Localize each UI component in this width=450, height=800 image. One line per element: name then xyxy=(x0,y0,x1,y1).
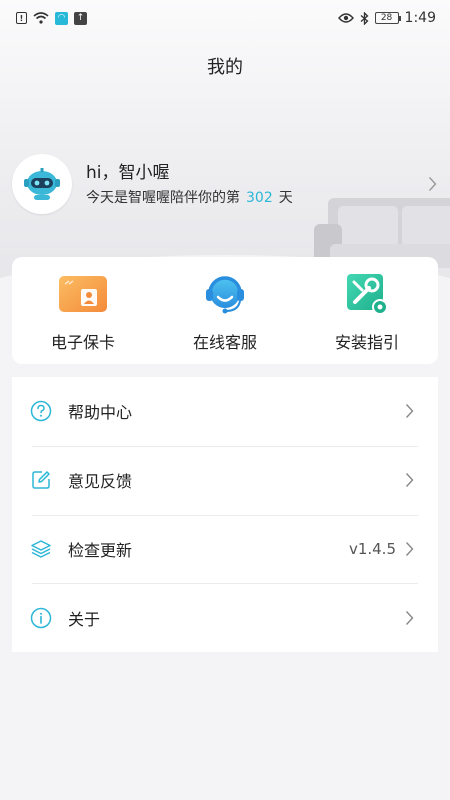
quick-action-warranty-card[interactable]: 电子保卡 xyxy=(12,257,154,364)
header-background xyxy=(0,0,450,300)
menu-item-about[interactable]: 关于 xyxy=(12,583,438,652)
upload-notification-icon: ↑ xyxy=(74,11,87,25)
bluetooth-icon xyxy=(360,11,369,25)
chevron-right-icon xyxy=(422,176,442,192)
companion-days-text: 今天是智喔喔陪伴你的第 302 天 xyxy=(86,188,422,208)
days-suffix: 天 xyxy=(278,189,293,206)
chevron-right-icon xyxy=(402,610,416,626)
install-guide-icon xyxy=(343,271,391,317)
info-icon xyxy=(30,607,52,629)
menu-item-label: 关于 xyxy=(68,609,101,629)
menu-item-label: 意见反馈 xyxy=(68,472,133,492)
battery-icon: 28 xyxy=(374,12,401,24)
menu-item-help-center[interactable]: 帮助中心 xyxy=(12,377,438,446)
quick-action-customer-service[interactable]: 在线客服 xyxy=(154,257,296,364)
app-notification-icon: ◠ xyxy=(55,11,68,25)
warranty-card-icon xyxy=(59,271,107,317)
chevron-right-icon xyxy=(402,541,416,557)
status-time: 1:49 xyxy=(404,10,436,26)
eye-icon xyxy=(337,13,354,23)
feedback-icon xyxy=(30,469,52,491)
help-icon xyxy=(30,400,52,422)
sim-alert-icon: ! xyxy=(16,12,27,24)
quick-action-label: 安装指引 xyxy=(334,333,399,352)
wifi-icon xyxy=(33,12,49,24)
quick-actions-card: 电子保卡 在线客服 安装指引 xyxy=(12,257,438,364)
profile-section[interactable]: hi，智小喔 今天是智喔喔陪伴你的第 302 天 xyxy=(12,153,442,215)
quick-action-label: 电子保卡 xyxy=(50,333,115,352)
quick-action-install-guide[interactable]: 安装指引 xyxy=(296,257,438,364)
customer-service-icon xyxy=(201,271,249,317)
greeting-text: hi，智小喔 xyxy=(86,162,170,183)
robot-avatar-icon[interactable] xyxy=(12,154,72,214)
menu-item-label: 检查更新 xyxy=(68,540,133,560)
page-title: 我的 xyxy=(207,57,243,78)
status-bar: ! ◠ ↑ 28 1:49 xyxy=(0,0,450,36)
quick-action-label: 在线客服 xyxy=(192,333,257,352)
menu-item-label: 帮助中心 xyxy=(68,403,133,423)
chevron-right-icon xyxy=(402,403,416,419)
settings-menu: 帮助中心 意见反馈 检查更新 v1.4.5 关于 xyxy=(12,377,438,652)
layers-icon xyxy=(30,538,52,560)
menu-item-check-update[interactable]: 检查更新 v1.4.5 xyxy=(12,514,438,584)
days-prefix: 今天是智喔喔陪伴你的第 xyxy=(86,189,240,206)
days-count: 302 xyxy=(246,189,273,206)
menu-item-feedback[interactable]: 意见反馈 xyxy=(12,445,438,515)
chevron-right-icon xyxy=(402,472,416,488)
version-value: v1.4.5 xyxy=(348,539,396,558)
